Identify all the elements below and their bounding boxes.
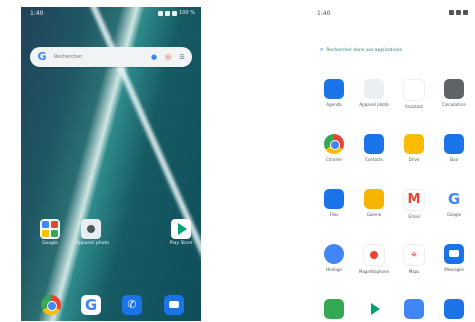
maps-icon: ⌖ bbox=[403, 244, 425, 266]
battery-icon bbox=[463, 10, 468, 15]
app-label: Appareil photo bbox=[76, 241, 109, 246]
google-icon[interactable]: G bbox=[81, 295, 101, 315]
app-label: Agenda bbox=[326, 102, 342, 107]
app-recorder[interactable]: Magnétophone bbox=[356, 244, 392, 274]
app-drawer: 1:40 ⌕ Rechercher dans vos applications … bbox=[308, 7, 474, 321]
messages-icon bbox=[444, 244, 464, 264]
phone-icon[interactable]: ✆ bbox=[122, 295, 142, 315]
app-label: Messages bbox=[444, 267, 464, 272]
wifi-icon bbox=[158, 10, 164, 16]
app-label: Calculatrice bbox=[442, 102, 466, 107]
contacts-icon bbox=[364, 134, 384, 154]
app-gallery[interactable]: Galerie bbox=[356, 189, 392, 217]
drive-icon bbox=[404, 134, 424, 154]
app-label: Gmail bbox=[408, 214, 420, 219]
assistant-icon bbox=[403, 79, 425, 101]
app-label: Horloge bbox=[326, 267, 342, 272]
dock: G ✆ bbox=[21, 295, 201, 317]
status-time: 1:40 bbox=[30, 10, 44, 17]
app-partial-2[interactable] bbox=[356, 299, 392, 319]
google-search-bar[interactable]: G Rechercher ● ◎ ☰ bbox=[30, 47, 192, 67]
play-store-icon bbox=[171, 219, 191, 239]
signal-icon bbox=[165, 10, 171, 16]
folder-icon bbox=[40, 219, 60, 239]
app-label: Google bbox=[446, 212, 462, 217]
camera-icon bbox=[364, 79, 384, 99]
app-label: Chrome bbox=[326, 157, 342, 162]
app-partial-4[interactable] bbox=[436, 299, 472, 319]
gallery-icon bbox=[364, 189, 384, 209]
files-icon bbox=[324, 189, 344, 209]
status-time: 1:40 bbox=[317, 10, 331, 17]
feed-icon[interactable]: ☰ bbox=[178, 53, 186, 61]
clock-icon bbox=[324, 244, 344, 264]
partial-icon bbox=[324, 299, 344, 319]
app-label: Google bbox=[42, 241, 58, 246]
app-agenda[interactable]: Agenda bbox=[316, 79, 352, 107]
microphone-icon[interactable]: ● bbox=[150, 53, 158, 61]
calculator-icon bbox=[444, 79, 464, 99]
app-drive[interactable]: Drive bbox=[396, 134, 432, 162]
app-partial-1[interactable] bbox=[316, 299, 352, 319]
app-label: Maps bbox=[408, 269, 420, 274]
app-label: Play Store bbox=[169, 241, 193, 246]
signal-icon bbox=[456, 10, 461, 15]
battery-icon bbox=[172, 10, 178, 16]
partial-icon bbox=[444, 299, 464, 319]
status-bar: 1:40 100 % bbox=[27, 10, 195, 18]
google-folder[interactable]: Google bbox=[35, 219, 65, 246]
app-assistant[interactable]: Assistant bbox=[396, 79, 432, 109]
app-label: Assistant bbox=[404, 104, 424, 109]
app-camera[interactable]: Appareil photo bbox=[356, 79, 392, 107]
home-screen: 1:40 100 % G Rechercher ● ◎ ☰ Google App… bbox=[21, 7, 201, 321]
app-label: Contacts bbox=[365, 157, 383, 162]
app-calculator[interactable]: Calculatrice bbox=[436, 79, 472, 107]
app-contacts[interactable]: Contacts bbox=[356, 134, 392, 162]
wifi-icon bbox=[449, 10, 454, 15]
camera-icon bbox=[81, 219, 101, 239]
app-label: Duo bbox=[449, 157, 459, 162]
search-placeholder: Rechercher dans vos applications bbox=[326, 47, 402, 53]
lens-icon[interactable]: ◎ bbox=[164, 53, 172, 61]
duo-icon bbox=[444, 134, 464, 154]
camera-app[interactable]: Appareil photo bbox=[76, 219, 109, 246]
app-label: Drive bbox=[408, 157, 420, 162]
status-icons: 100 % bbox=[158, 10, 195, 16]
search-placeholder: Rechercher bbox=[54, 54, 83, 60]
battery-percent: 100 % bbox=[179, 10, 195, 16]
app-gmail[interactable]: M Gmail bbox=[396, 189, 432, 219]
chrome-icon[interactable] bbox=[41, 295, 61, 315]
status-bar: 1:40 bbox=[314, 10, 468, 18]
recorder-icon bbox=[363, 244, 385, 266]
messages-icon[interactable] bbox=[164, 295, 184, 315]
gmail-icon: M bbox=[403, 189, 425, 211]
app-label: Magnétophone bbox=[359, 269, 389, 274]
app-google[interactable]: G Google bbox=[436, 189, 472, 217]
app-partial-3[interactable] bbox=[396, 299, 432, 319]
app-label: Appareil photo bbox=[359, 102, 389, 107]
app-messages[interactable]: Messages bbox=[436, 244, 472, 272]
app-files[interactable]: Files bbox=[316, 189, 352, 217]
search-icon: ⌕ bbox=[320, 46, 324, 53]
app-clock[interactable]: Horloge bbox=[316, 244, 352, 272]
app-duo[interactable]: Duo bbox=[436, 134, 472, 162]
app-maps[interactable]: ⌖ Maps bbox=[396, 244, 432, 274]
status-icons bbox=[449, 10, 468, 15]
app-search[interactable]: ⌕ Rechercher dans vos applications bbox=[320, 45, 474, 55]
calendar-icon bbox=[324, 79, 344, 99]
app-label: Galerie bbox=[366, 212, 382, 217]
play-icon bbox=[364, 299, 384, 319]
play-store-app[interactable]: Play Store bbox=[166, 219, 196, 246]
app-label: Files bbox=[329, 212, 339, 217]
app-chrome[interactable]: Chrome bbox=[316, 134, 352, 162]
google-logo-icon: G bbox=[37, 50, 47, 63]
chrome-icon bbox=[324, 134, 344, 154]
partial-icon bbox=[404, 299, 424, 319]
google-icon: G bbox=[444, 189, 464, 209]
